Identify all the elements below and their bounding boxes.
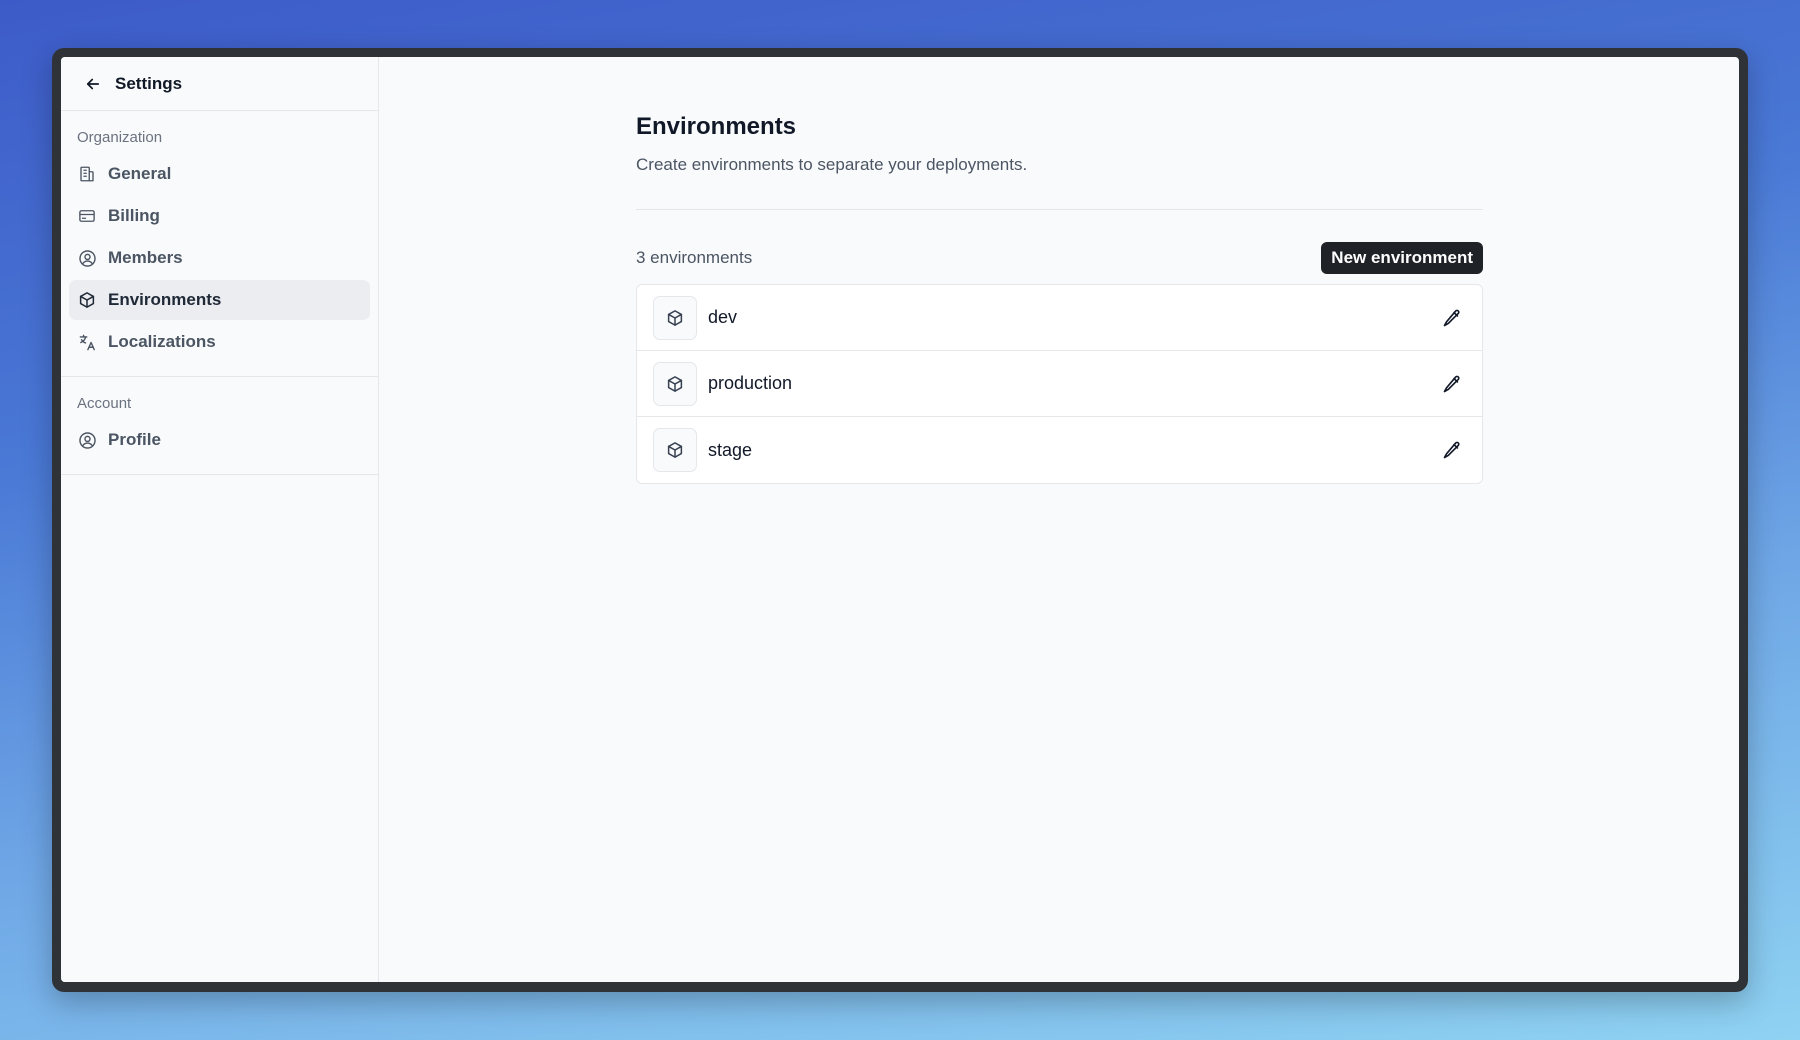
list-header: 3 environments New environment: [636, 242, 1483, 274]
section-label: Account: [77, 395, 132, 412]
arrow-left-icon[interactable]: [83, 74, 103, 94]
user-circle-icon: [77, 430, 97, 450]
environment-list: dev production stage: [636, 284, 1483, 484]
list-item[interactable]: production: [637, 351, 1482, 417]
list-item[interactable]: stage: [637, 417, 1482, 483]
sidebar-item-label: Environments: [108, 290, 222, 309]
sidebar-item-general[interactable]: General: [69, 154, 370, 194]
environment-name: production: [708, 373, 793, 393]
sidebar: Settings Organization General Billing Me…: [61, 57, 379, 982]
page-subtitle: Create environments to separate your dep…: [636, 155, 1028, 174]
cube-icon: [653, 295, 697, 340]
page-title: Environments: [636, 113, 797, 140]
sidebar-item-billing[interactable]: Billing: [69, 196, 370, 236]
sidebar-section-account: Account Profile: [61, 377, 378, 475]
sidebar-section-organization: Organization General Billing Members Env…: [61, 111, 378, 377]
cube-icon: [653, 361, 697, 406]
sidebar-item-label: General: [108, 164, 172, 183]
sidebar-item-label: Localizations: [108, 332, 216, 351]
translate-icon: [77, 332, 97, 352]
new-environment-button[interactable]: New environment: [1321, 242, 1483, 274]
section-label: Organization: [77, 129, 163, 146]
settings-window: Settings Organization General Billing Me…: [61, 57, 1739, 982]
sidebar-item-label: Profile: [108, 430, 161, 449]
list-item[interactable]: dev: [637, 285, 1482, 351]
divider: [636, 209, 1483, 210]
pencil-icon[interactable]: [1440, 438, 1464, 462]
sidebar-item-label: Members: [108, 248, 183, 267]
sidebar-item-localizations[interactable]: Localizations: [69, 322, 370, 362]
sidebar-item-environments[interactable]: Environments: [69, 280, 370, 320]
sidebar-title: Settings: [115, 73, 183, 93]
sidebar-header: Settings: [61, 57, 378, 111]
pencil-icon[interactable]: [1440, 372, 1464, 396]
sidebar-item-profile[interactable]: Profile: [69, 420, 370, 460]
sidebar-item-label: Billing: [108, 206, 160, 225]
cube-icon: [77, 290, 97, 310]
environments-panel: Environments Create environments to sepa…: [636, 113, 1483, 484]
main-content: Environments Create environments to sepa…: [379, 57, 1739, 982]
building-icon: [77, 164, 97, 184]
user-circle-icon: [77, 248, 97, 268]
pencil-icon[interactable]: [1440, 306, 1464, 330]
window-frame: Settings Organization General Billing Me…: [52, 48, 1748, 992]
sidebar-item-members[interactable]: Members: [69, 238, 370, 278]
environment-name: dev: [708, 307, 738, 327]
credit-card-icon: [77, 206, 97, 226]
cube-icon: [653, 428, 697, 472]
environment-name: stage: [708, 439, 753, 460]
environment-count: 3 environments: [636, 248, 753, 267]
